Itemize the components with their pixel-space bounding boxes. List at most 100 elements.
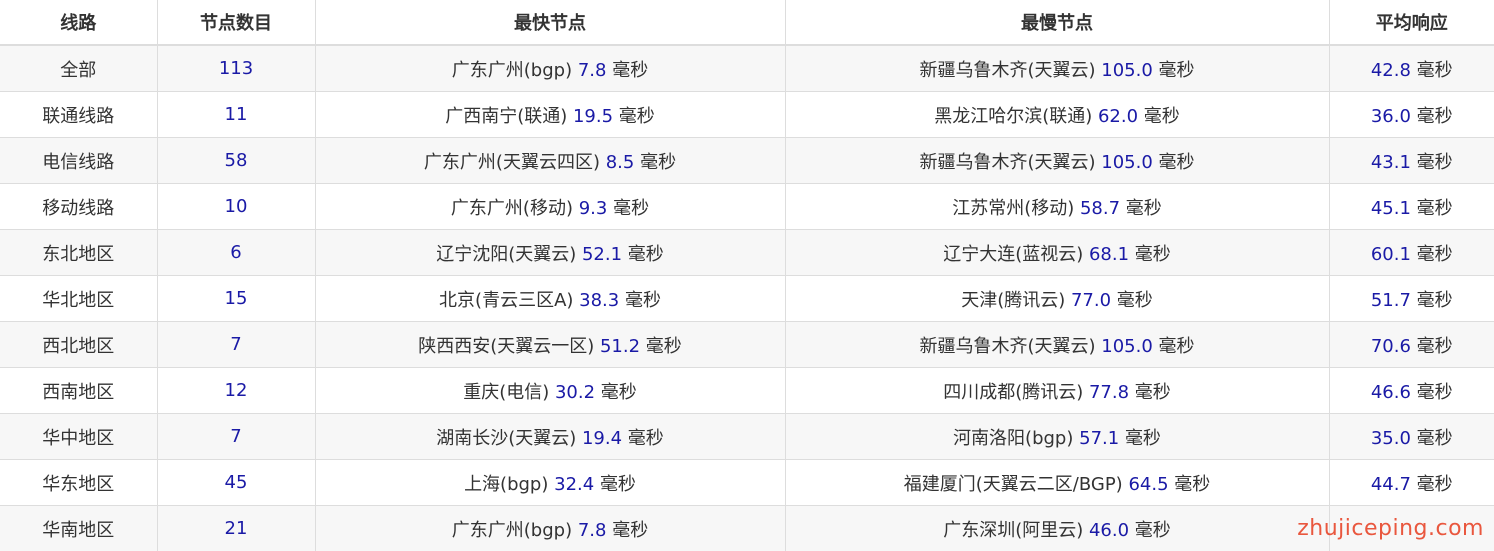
unit-label: 毫秒: [1134, 381, 1171, 403]
slowest-node-name: 黑龙江哈尔滨(联通): [934, 105, 1093, 127]
unit-label: 毫秒: [1116, 289, 1153, 311]
average-ms: 70.6: [1370, 335, 1411, 357]
unit-label: 毫秒: [1124, 427, 1161, 449]
unit-label: 毫秒: [600, 381, 637, 403]
table-header-row: 线路 节点数目 最快节点 最慢节点 平均响应: [0, 0, 1494, 46]
slowest-cell: 新疆乌鲁木齐(天翼云) 105.0 毫秒: [785, 45, 1330, 92]
fastest-cell: 上海(bgp) 32.4 毫秒: [315, 459, 786, 506]
node-count: 7: [230, 426, 242, 447]
average-cell: 70.6 毫秒: [1329, 321, 1494, 368]
slowest-node-name: 广东深圳(阿里云): [943, 519, 1084, 541]
slowest-node-name: 新疆乌鲁木齐(天翼云): [919, 335, 1096, 357]
average-cell: 51.7 毫秒: [1329, 275, 1494, 322]
fastest-node-ms: 19.5: [572, 105, 614, 127]
unit-label: 毫秒: [1416, 197, 1453, 219]
fastest-cell: 广东广州(天翼云四区) 8.5 毫秒: [315, 137, 786, 184]
fastest-node-ms: 51.2: [599, 335, 641, 357]
line-name: 西南地区: [42, 381, 115, 403]
fastest-node-name: 广西南宁(联通): [445, 105, 568, 127]
slowest-node-name: 新疆乌鲁木齐(天翼云): [919, 59, 1096, 81]
slowest-cell: 河南洛阳(bgp) 57.1 毫秒: [785, 413, 1330, 460]
unit-label: 毫秒: [645, 335, 682, 357]
node-count: 58: [224, 150, 248, 171]
average-cell: 42.8 毫秒: [1329, 45, 1494, 92]
fastest-node-ms: 30.2: [554, 381, 596, 403]
line-cell: 华中地区: [0, 413, 158, 460]
count-cell: 6: [157, 229, 316, 276]
node-count: 12: [224, 380, 248, 401]
node-count: 10: [224, 196, 248, 217]
fastest-cell: 重庆(电信) 30.2 毫秒: [315, 367, 786, 414]
line-name: 联通线路: [42, 105, 115, 127]
slowest-node-ms: 46.0: [1088, 519, 1130, 541]
unit-label: 毫秒: [1174, 473, 1211, 495]
slowest-cell: 江苏常州(移动) 58.7 毫秒: [785, 183, 1330, 230]
slowest-cell: 新疆乌鲁木齐(天翼云) 105.0 毫秒: [785, 137, 1330, 184]
table-row: 西北地区 7 陕西西安(天翼云一区) 51.2 毫秒 新疆乌鲁木齐(天翼云) 105.…: [0, 321, 1494, 368]
unit-label: 毫秒: [1416, 243, 1453, 265]
average-ms: 45.1: [1370, 197, 1411, 219]
line-cell: 华北地区: [0, 275, 158, 322]
fastest-node-ms: 32.4: [554, 473, 595, 495]
fastest-cell: 辽宁沈阳(天翼云) 52.1 毫秒: [315, 229, 786, 276]
unit-label: 毫秒: [1416, 381, 1453, 403]
table-row: 华南地区 21 广东广州(bgp) 7.8 毫秒 广东深圳(阿里云) 46.0 毫秒: [0, 505, 1494, 551]
slowest-node-name: 四川成都(腾讯云): [943, 381, 1084, 403]
table-row: 电信线路 58 广东广州(天翼云四区) 8.5 毫秒 新疆乌鲁木齐(天翼云) 105.…: [0, 137, 1494, 184]
unit-label: 毫秒: [612, 519, 649, 541]
line-name: 东北地区: [42, 243, 115, 265]
unit-label: 毫秒: [1416, 289, 1453, 311]
line-name: 全部: [60, 59, 97, 81]
fastest-node-name: 辽宁沈阳(天翼云): [436, 243, 577, 265]
unit-label: 毫秒: [612, 59, 649, 81]
table-row: 联通线路 11 广西南宁(联通) 19.5 毫秒 黑龙江哈尔滨(联通) 62.0 毫秒…: [0, 91, 1494, 138]
average-cell: 45.1 毫秒: [1329, 183, 1494, 230]
table-row: 华中地区 7 湖南长沙(天翼云) 19.4 毫秒 河南洛阳(bgp) 57.1 毫秒 3…: [0, 413, 1494, 460]
fastest-node-name: 广东广州(移动): [450, 197, 573, 219]
slowest-node-ms: 62.0: [1097, 105, 1139, 127]
line-name: 移动线路: [42, 197, 115, 219]
table-row: 西南地区 12 重庆(电信) 30.2 毫秒 四川成都(腾讯云) 77.8 毫秒 46.…: [0, 367, 1494, 414]
table-row: 移动线路 10 广东广州(移动) 9.3 毫秒 江苏常州(移动) 58.7 毫秒 45.…: [0, 183, 1494, 230]
slowest-cell: 福建厦门(天翼云二区/BGP) 64.5 毫秒: [785, 459, 1330, 506]
slowest-node-name: 河南洛阳(bgp): [953, 427, 1074, 449]
slowest-node-name: 福建厦门(天翼云二区/BGP): [903, 473, 1123, 495]
line-name: 华北地区: [42, 289, 115, 311]
fastest-node-name: 重庆(电信): [463, 381, 550, 403]
fastest-node-name: 广东广州(天翼云四区): [423, 151, 600, 173]
slowest-node-ms: 105.0: [1101, 335, 1153, 357]
header-line: 线路: [0, 0, 158, 46]
unit-label: 毫秒: [1158, 335, 1195, 357]
average-cell: 36.0 毫秒: [1329, 91, 1494, 138]
average-cell: 44.7 毫秒: [1329, 459, 1494, 506]
count-cell: 21: [157, 505, 316, 551]
fastest-node-name: 北京(青云三区A): [439, 289, 574, 311]
unit-label: 毫秒: [1134, 243, 1171, 265]
slowest-cell: 新疆乌鲁木齐(天翼云) 105.0 毫秒: [785, 321, 1330, 368]
unit-label: 毫秒: [1416, 59, 1453, 81]
line-cell: 西北地区: [0, 321, 158, 368]
average-ms: 51.7: [1370, 289, 1411, 311]
slowest-node-ms: 57.1: [1079, 427, 1120, 449]
slowest-node-ms: 105.0: [1101, 59, 1153, 81]
average-cell: 35.0 毫秒: [1329, 413, 1494, 460]
average-cell: [1329, 505, 1494, 551]
fastest-node-ms: 9.3: [578, 197, 608, 219]
node-count: 15: [224, 288, 248, 309]
fastest-cell: 广东广州(bgp) 7.8 毫秒: [315, 505, 786, 551]
unit-label: 毫秒: [618, 105, 655, 127]
header-average-response: 平均响应: [1329, 0, 1494, 46]
line-cell: 移动线路: [0, 183, 158, 230]
unit-label: 毫秒: [613, 197, 650, 219]
slowest-node-ms: 68.1: [1088, 243, 1130, 265]
line-cell: 东北地区: [0, 229, 158, 276]
table-row: 东北地区 6 辽宁沈阳(天翼云) 52.1 毫秒 辽宁大连(蓝视云) 68.1 毫秒 6…: [0, 229, 1494, 276]
line-cell: 华东地区: [0, 459, 158, 506]
table-row: 华东地区 45 上海(bgp) 32.4 毫秒 福建厦门(天翼云二区/BGP) 64.…: [0, 459, 1494, 506]
slowest-cell: 四川成都(腾讯云) 77.8 毫秒: [785, 367, 1330, 414]
slowest-node-ms: 58.7: [1079, 197, 1121, 219]
unit-label: 毫秒: [627, 243, 664, 265]
line-cell: 华南地区: [0, 505, 158, 551]
ping-results-table: 线路 节点数目 最快节点 最慢节点 平均响应 全部 113 广东广州(bgp) 7.…: [0, 0, 1494, 551]
count-cell: 15: [157, 275, 316, 322]
